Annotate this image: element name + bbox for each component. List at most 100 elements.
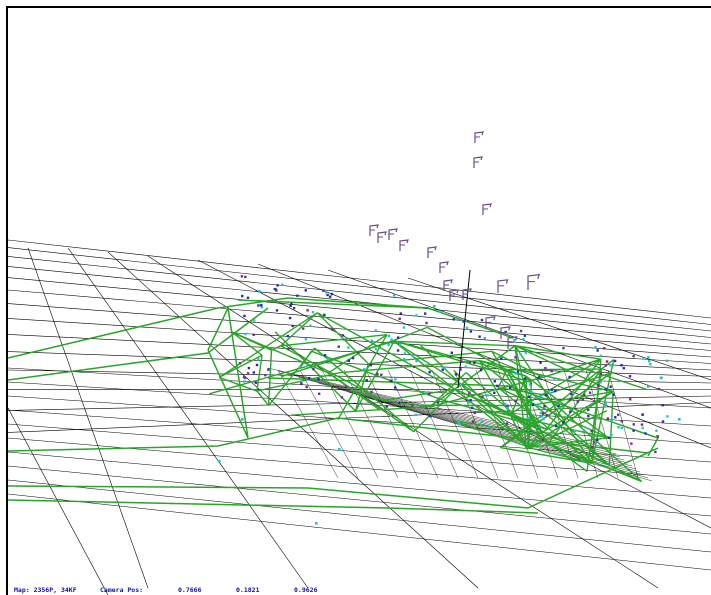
map-point [622,366,626,370]
3d-map-viewport[interactable] [8,8,711,595]
map-point [527,395,531,399]
map-point [458,423,461,426]
map-point [587,414,590,418]
map-point [620,426,623,430]
map-point [666,415,669,418]
map-point [459,368,462,371]
map-point [469,330,473,333]
map-point [427,392,431,396]
map-point [496,384,499,388]
map-point [326,293,329,297]
map-point [402,326,406,329]
map-point [385,405,389,408]
map-point [459,383,463,386]
grid-line [8,239,711,319]
keyframe-marker [399,239,409,251]
map-point [347,346,350,349]
map-point [438,310,441,313]
map-point [553,389,557,393]
slam-map-viewer: Map: 2356P, 34KF Camera Pos: 0.7666 0.18… [0,0,711,595]
map-point [596,349,599,352]
map-point [514,356,517,359]
map-point [414,413,417,417]
camera-pos-x: 0.7666 [178,585,202,594]
map-point [397,401,401,405]
map-point [403,357,406,361]
map-scene[interactable] [8,8,711,595]
map-point [570,392,573,396]
map-point [346,388,350,392]
map-point [644,432,647,435]
map-point [609,385,612,388]
graph-edge [280,339,394,378]
map-point [412,365,416,368]
map-point [505,422,509,425]
map-point [218,460,221,463]
map-point [258,290,261,293]
map-point [568,375,571,379]
map-point [657,387,661,391]
map-point [569,410,572,413]
map-point [642,357,645,360]
map-point [678,418,681,421]
map-point [288,316,292,320]
keyframe-marker [482,203,492,215]
map-point [596,438,599,442]
map-point [550,369,553,373]
ground-grid [8,239,711,595]
map-point [539,425,542,428]
map-point [304,289,307,292]
grid-line [8,493,711,571]
map-point [599,354,602,357]
map-point [304,338,308,341]
grid-line [67,247,309,589]
map-point [465,326,469,330]
map-point [648,360,651,363]
map-point [654,450,657,454]
map-point [480,420,483,423]
map-point [267,368,270,371]
map-point [305,385,308,389]
map-point [481,395,484,399]
map-point [399,312,403,315]
keyframe-marker [474,131,484,143]
map-point [289,304,292,308]
map-point [351,356,355,360]
map-point [522,338,525,341]
map-point [380,373,383,376]
map-point [519,353,522,356]
map-point [557,404,560,407]
map-point [506,404,509,408]
map-point [606,417,610,420]
map-point [308,377,311,380]
map-point [443,367,447,370]
map-point [243,376,247,380]
map-point [311,310,315,314]
keyframe-marker [527,273,541,290]
map-point [540,415,543,418]
map-point [582,429,585,432]
map-point [493,380,497,383]
map-point [641,413,644,416]
map-point [345,385,348,389]
map-point [425,391,428,394]
map-point [312,367,315,371]
map-point [596,384,600,387]
map-point [612,393,615,396]
graph-edge [8,447,659,509]
map-point [330,292,334,296]
keyframe-marker [449,289,459,301]
map-point [390,338,393,341]
status-bar: Map: 2356P, 34KF Camera Pos: 0.7666 0.18… [14,584,352,595]
map-point [468,361,472,364]
map-point [516,370,520,373]
map-point [647,356,650,359]
map-point [309,324,312,327]
map-point [544,393,548,397]
map-point [610,419,614,423]
map-point [479,368,483,372]
map-point [542,417,545,421]
map-point [594,345,597,349]
grid-line [8,289,711,351]
map-point [374,347,378,351]
